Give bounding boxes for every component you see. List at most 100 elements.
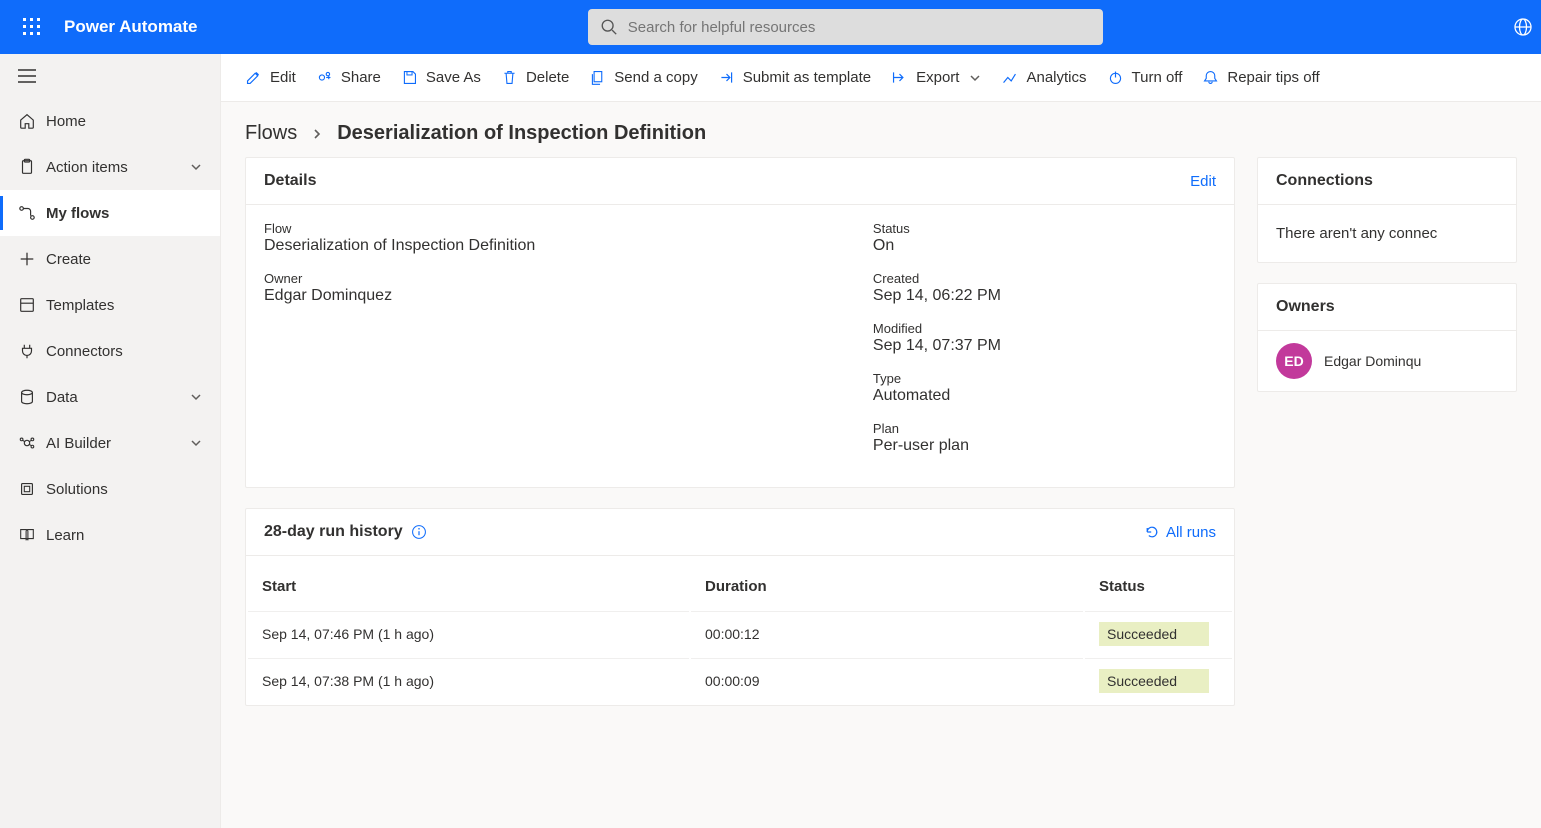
- sidebar-item-ai-builder[interactable]: AI Builder: [0, 420, 220, 466]
- flow-label: Flow: [264, 221, 813, 236]
- analytics-button[interactable]: Analytics: [1001, 69, 1086, 86]
- plan-value: Per-user plan: [873, 437, 1216, 455]
- plus-icon: [18, 250, 46, 268]
- environment-icon[interactable]: [1493, 17, 1533, 37]
- sidebar-item-action-items[interactable]: Action items: [0, 144, 220, 190]
- avatar: ED: [1276, 343, 1312, 379]
- connectors-icon: [18, 342, 46, 360]
- modified-value: Sep 14, 07:37 PM: [873, 337, 1216, 355]
- book-icon: [18, 526, 46, 544]
- details-title: Details: [264, 172, 316, 190]
- sidebar-item-label: Action items: [46, 159, 190, 176]
- sidebar-item-label: AI Builder: [46, 435, 190, 452]
- details-edit-link[interactable]: Edit: [1190, 173, 1216, 190]
- ai-icon: [18, 434, 46, 452]
- owner-name: Edgar Dominqu: [1324, 353, 1421, 369]
- sidebar-item-templates[interactable]: Templates: [0, 282, 220, 328]
- pencil-icon: [245, 69, 262, 86]
- app-title: Power Automate: [64, 17, 198, 37]
- sidebar-item-solutions[interactable]: Solutions: [0, 466, 220, 512]
- owner-row[interactable]: ED Edgar Dominqu: [1258, 331, 1516, 391]
- sidebar-item-label: Learn: [46, 527, 202, 544]
- status-badge: Succeeded: [1099, 622, 1209, 646]
- plan-label: Plan: [873, 421, 1216, 436]
- hamburger-icon[interactable]: [0, 54, 220, 98]
- solutions-icon: [18, 480, 46, 498]
- search-icon: [600, 18, 618, 36]
- info-icon[interactable]: [411, 524, 427, 540]
- sidebar-item-label: Home: [46, 113, 202, 130]
- sidebar-item-label: Data: [46, 389, 190, 406]
- turn-off-button[interactable]: Turn off: [1107, 69, 1183, 86]
- sidebar-item-connectors[interactable]: Connectors: [0, 328, 220, 374]
- table-row[interactable]: Sep 14, 07:46 PM (1 h ago) 00:00:12 Succ…: [248, 611, 1232, 656]
- all-runs-link[interactable]: All runs: [1144, 524, 1216, 541]
- owner-value: Edgar Dominquez: [264, 287, 813, 305]
- connections-empty: There aren't any connec: [1276, 221, 1498, 246]
- run-history-card: 28-day run history All runs Start D: [245, 508, 1235, 706]
- status-label: Status: [873, 221, 1216, 236]
- submit-template-button[interactable]: Submit as template: [718, 69, 871, 86]
- breadcrumb: Flows Deserialization of Inspection Defi…: [221, 102, 1541, 157]
- send-copy-button[interactable]: Send a copy: [589, 69, 697, 86]
- sidebar-item-label: Solutions: [46, 481, 202, 498]
- waffle-icon[interactable]: [8, 3, 56, 51]
- save-as-button[interactable]: Save As: [401, 69, 481, 86]
- repair-tips-button[interactable]: Repair tips off: [1202, 69, 1319, 86]
- delete-button[interactable]: Delete: [501, 69, 569, 86]
- share-icon: [316, 69, 333, 86]
- export-icon: [891, 69, 908, 86]
- chevron-down-icon: [190, 391, 202, 403]
- sidebar: Home Action items My flows Create Templa…: [0, 54, 221, 828]
- type-value: Automated: [873, 387, 1216, 405]
- edit-button[interactable]: Edit: [245, 69, 296, 86]
- owners-card: Owners ED Edgar Dominqu: [1257, 283, 1517, 392]
- created-label: Created: [873, 271, 1216, 286]
- breadcrumb-current: Deserialization of Inspection Definition: [337, 122, 706, 145]
- refresh-icon: [1144, 524, 1160, 540]
- chevron-down-icon: [190, 161, 202, 173]
- share-button[interactable]: Share: [316, 69, 381, 86]
- chevron-down-icon: [190, 437, 202, 449]
- sidebar-item-data[interactable]: Data: [0, 374, 220, 420]
- bell-icon: [1202, 69, 1219, 86]
- trash-icon: [501, 69, 518, 86]
- status-value: On: [873, 237, 1216, 255]
- modified-label: Modified: [873, 321, 1216, 336]
- sidebar-item-label: Create: [46, 251, 202, 268]
- copy-icon: [589, 69, 606, 86]
- type-label: Type: [873, 371, 1216, 386]
- sidebar-item-create[interactable]: Create: [0, 236, 220, 282]
- breadcrumb-root[interactable]: Flows: [245, 122, 297, 145]
- clipboard-icon: [18, 158, 46, 176]
- app-header: Power Automate: [0, 0, 1541, 54]
- connections-title: Connections: [1276, 172, 1373, 190]
- connections-card: Connections There aren't any connec: [1257, 157, 1517, 263]
- created-value: Sep 14, 06:22 PM: [873, 287, 1216, 305]
- sidebar-item-home[interactable]: Home: [0, 98, 220, 144]
- templates-icon: [18, 296, 46, 314]
- sidebar-item-label: My flows: [46, 205, 202, 222]
- run-history-title: 28-day run history: [264, 523, 403, 541]
- search-box[interactable]: [588, 9, 1103, 45]
- sidebar-item-label: Connectors: [46, 343, 202, 360]
- col-start: Start: [248, 558, 689, 609]
- save-icon: [401, 69, 418, 86]
- sidebar-item-my-flows[interactable]: My flows: [0, 190, 220, 236]
- analytics-icon: [1001, 69, 1018, 86]
- owners-title: Owners: [1276, 298, 1335, 316]
- run-history-table: Start Duration Status Sep 14, 07:46 PM (…: [246, 556, 1234, 705]
- submit-icon: [718, 69, 735, 86]
- power-icon: [1107, 69, 1124, 86]
- search-input[interactable]: [628, 19, 1091, 36]
- home-icon: [18, 112, 46, 130]
- col-status: Status: [1085, 558, 1232, 609]
- table-row[interactable]: Sep 14, 07:38 PM (1 h ago) 00:00:09 Succ…: [248, 658, 1232, 703]
- sidebar-item-learn[interactable]: Learn: [0, 512, 220, 558]
- details-card: Details Edit Flow Deserialization of Ins…: [245, 157, 1235, 488]
- chevron-down-icon: [969, 72, 981, 84]
- export-button[interactable]: Export: [891, 69, 981, 86]
- sidebar-item-label: Templates: [46, 297, 202, 314]
- data-icon: [18, 388, 46, 406]
- owner-label: Owner: [264, 271, 813, 286]
